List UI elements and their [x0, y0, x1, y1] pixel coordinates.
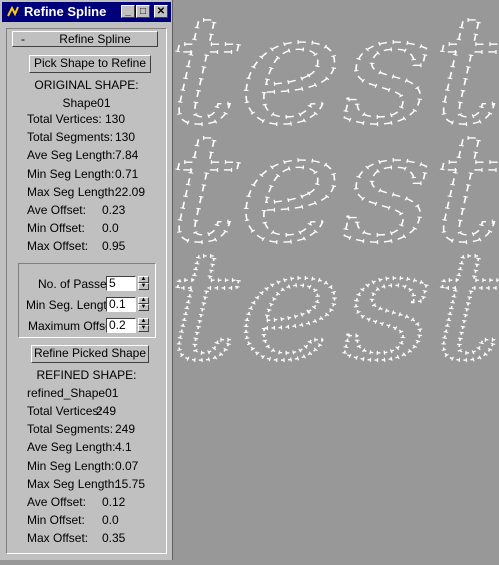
- refined-stat-label: Ave Seg Length:: [27, 440, 116, 455]
- original-stat-value: 22.09: [115, 184, 146, 199]
- max-offset-label: Maximum Offset: [28, 319, 116, 333]
- refined-stat-label: Ave Offset:: [27, 495, 86, 509]
- original-stat-label: Max Seg Length:: [27, 184, 118, 199]
- original-stat-value: 0.0: [102, 221, 119, 236]
- pick-shape-button[interactable]: Pick Shape to Refine: [29, 55, 151, 73]
- original-stat-label: Max Offset:: [27, 239, 89, 254]
- max-offset-field[interactable]: 0.2: [106, 318, 136, 333]
- app-icon: [6, 5, 20, 19]
- refined-stat-value: 15.75: [115, 476, 146, 491]
- refined-stat-label: Total Segments:: [27, 422, 114, 437]
- max-offset-spinner[interactable]: ▲ ▼: [138, 318, 149, 333]
- min-seg-spinner[interactable]: ▲ ▼: [138, 297, 149, 312]
- refined-stat-value: 4.1: [115, 440, 132, 455]
- original-heading: ORIGINAL SHAPE:: [34, 78, 139, 92]
- refined-stat-label: Max Seg Length:: [27, 476, 118, 491]
- original-name: Shape01: [62, 96, 111, 110]
- spline-vertex-ticks: test: [174, 220, 499, 394]
- original-stat-value: 130: [105, 112, 126, 126]
- refined-stat-value: 0.35: [102, 531, 126, 546]
- passes-spinner[interactable]: ▲ ▼: [138, 276, 149, 291]
- refined-heading: REFINED SHAPE:: [36, 368, 137, 382]
- original-stat-value: 0.95: [102, 239, 126, 254]
- original-stat-label: Ave Seg Length:: [27, 148, 116, 163]
- original-stat-label: Min Offset:: [27, 221, 85, 236]
- rollout-title: Refine Spline: [59, 32, 131, 46]
- min-seg-label: Min Seg. Length: [26, 298, 114, 312]
- original-stat-label: Total Segments:: [27, 130, 114, 145]
- refined-stat-value: 0.12: [102, 495, 126, 509]
- spline-viewport: testtesttesttesttesttest: [166, 0, 499, 396]
- passes-label: No. of Passes: [38, 277, 113, 291]
- original-stat-value: 0.23: [102, 203, 126, 217]
- title-bar[interactable]: Refine Spline _ □ ✕: [2, 2, 171, 22]
- close-icon[interactable]: ✕: [154, 5, 168, 18]
- refined-stat-value: 0.0: [102, 513, 119, 528]
- minimize-icon[interactable]: _: [121, 5, 135, 18]
- spinner-up-icon[interactable]: ▲: [138, 318, 149, 325]
- refined-stat-label: Min Seg Length:: [27, 458, 115, 473]
- min-seg-field[interactable]: 0.1: [106, 297, 136, 312]
- rollout-header[interactable]: - Refine Spline: [12, 31, 158, 47]
- refined-name: refined_Shape01: [27, 386, 119, 400]
- refine-picked-shape-button[interactable]: Refine Picked Shape: [31, 345, 149, 363]
- maximize-icon[interactable]: □: [136, 5, 150, 18]
- original-stat-value: 7.84: [115, 148, 139, 163]
- original-stat-label: Ave Offset:: [27, 203, 86, 217]
- refined-stat-label: Total Vertices:: [27, 404, 102, 418]
- original-stat-label: Min Seg Length:: [27, 166, 115, 181]
- original-stat-value: 130: [115, 130, 136, 145]
- refined-stat-value: 0.07: [115, 458, 139, 473]
- original-stat-value: 0.71: [115, 166, 139, 181]
- viewport[interactable]: test test test test test test: [166, 0, 499, 560]
- refined-stat-label: Max Offset:: [27, 531, 89, 546]
- spinner-up-icon[interactable]: ▲: [138, 276, 149, 283]
- refined-stat-label: Min Offset:: [27, 513, 85, 528]
- refined-stat-value: 249: [115, 422, 136, 437]
- refined-stat-value: 249: [96, 404, 117, 418]
- original-stat-label: Total Vertices:: [27, 112, 102, 126]
- spinner-down-icon[interactable]: ▼: [138, 283, 149, 290]
- spinner-down-icon[interactable]: ▼: [138, 304, 149, 311]
- spinner-down-icon[interactable]: ▼: [138, 325, 149, 332]
- refine-spline-window: Refine Spline _ □ ✕ - Refine Spline Pick…: [0, 0, 173, 560]
- window-title: Refine Spline: [24, 4, 107, 19]
- passes-field[interactable]: 5: [106, 276, 136, 291]
- spinner-up-icon[interactable]: ▲: [138, 297, 149, 304]
